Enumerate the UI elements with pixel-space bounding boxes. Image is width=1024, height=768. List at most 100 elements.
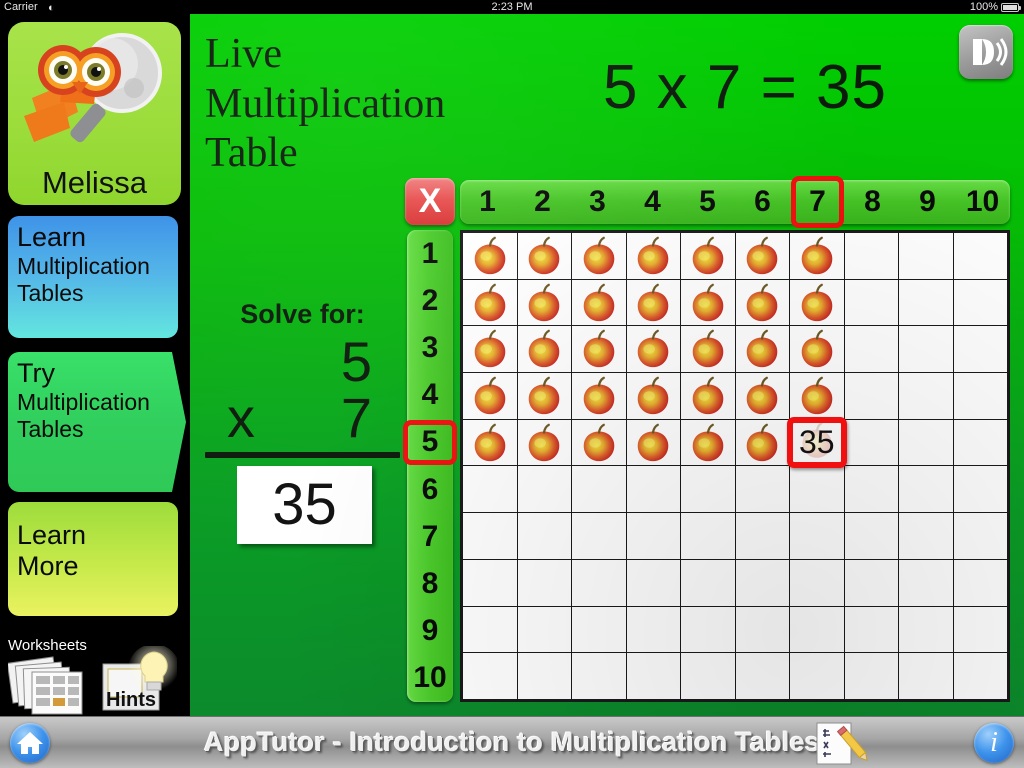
grid-cell-7-9[interactable] xyxy=(898,512,954,560)
grid-cell-2-5[interactable] xyxy=(680,278,736,327)
grid-cell-4-2[interactable] xyxy=(516,372,572,420)
grid-cell-8-7[interactable] xyxy=(789,558,845,607)
grid-cell-3-1[interactable] xyxy=(462,325,518,374)
grid-cell-5-8[interactable] xyxy=(843,418,899,467)
grid-column-header-1[interactable]: 1 xyxy=(460,180,515,224)
grid-cell-3-8[interactable] xyxy=(843,325,899,374)
grid-cell-8-5[interactable] xyxy=(680,558,736,607)
grid-cell-5-1[interactable] xyxy=(462,418,518,467)
grid-row-header-8[interactable]: 8 xyxy=(407,560,453,607)
grid-cell-3-7[interactable] xyxy=(789,325,845,374)
grid-cell-7-3[interactable] xyxy=(571,512,627,560)
grid-cell-8-9[interactable] xyxy=(898,558,954,607)
speech-speaker-icon[interactable] xyxy=(959,25,1013,79)
grid-cell-3-4[interactable] xyxy=(625,325,681,374)
lightbulb-hints-icon[interactable]: Hints xyxy=(99,644,180,716)
worksheets-stack-icon[interactable] xyxy=(6,654,90,716)
grid-cell-10-8[interactable] xyxy=(843,652,899,700)
grid-cell-3-6[interactable] xyxy=(734,325,790,374)
grid-cell-2-6[interactable] xyxy=(734,278,790,327)
grid-cell-10-6[interactable] xyxy=(734,652,790,700)
grid-cell-2-8[interactable] xyxy=(843,278,899,327)
grid-cell-2-9[interactable] xyxy=(898,278,954,327)
grid-cell-7-5[interactable] xyxy=(680,512,736,560)
grid-cell-4-5[interactable] xyxy=(680,372,736,420)
grid-cell-5-4[interactable] xyxy=(625,418,681,467)
info-icon[interactable]: i xyxy=(974,723,1014,763)
grid-cell-10-4[interactable] xyxy=(625,652,681,700)
sidebar-item-try-multiplication-tables[interactable]: Try Multiplication Tables xyxy=(8,352,186,492)
grid-cell-6-6[interactable] xyxy=(734,465,790,514)
grid-column-header-3[interactable]: 3 xyxy=(570,180,625,224)
grid-cell-5-3[interactable] xyxy=(571,418,627,467)
grid-cell-5-5[interactable] xyxy=(680,418,736,467)
grid-row-header-9[interactable]: 9 xyxy=(407,608,453,655)
grid-cell-1-4[interactable] xyxy=(625,232,681,280)
grid-cell-3-3[interactable] xyxy=(571,325,627,374)
grid-cell-6-2[interactable] xyxy=(516,465,572,514)
grid-cell-8-10[interactable] xyxy=(952,558,1008,607)
grid-cell-9-10[interactable] xyxy=(952,605,1008,654)
grid-cell-3-9[interactable] xyxy=(898,325,954,374)
grid-row-header-6[interactable]: 6 xyxy=(407,466,453,513)
grid-corner-x-button[interactable]: X xyxy=(405,178,455,225)
grid-cell-6-8[interactable] xyxy=(843,465,899,514)
grid-cell-3-2[interactable] xyxy=(516,325,572,374)
grid-cell-7-2[interactable] xyxy=(516,512,572,560)
notepad-pencil-icon[interactable] xyxy=(813,721,875,765)
grid-cell-6-10[interactable] xyxy=(952,465,1008,514)
grid-cell-8-4[interactable] xyxy=(625,558,681,607)
grid-cell-6-5[interactable] xyxy=(680,465,736,514)
grid-column-header-4[interactable]: 4 xyxy=(625,180,680,224)
grid-cell-1-8[interactable] xyxy=(843,232,899,280)
grid-cell-9-2[interactable] xyxy=(516,605,572,654)
grid-row-header-2[interactable]: 2 xyxy=(407,277,453,324)
grid-cell-10-5[interactable] xyxy=(680,652,736,700)
grid-cell-6-7[interactable] xyxy=(789,465,845,514)
grid-cell-10-9[interactable] xyxy=(898,652,954,700)
grid-cell-1-2[interactable] xyxy=(516,232,572,280)
grid-row-header-10[interactable]: 10 xyxy=(407,655,453,702)
grid-cell-1-10[interactable] xyxy=(952,232,1008,280)
grid-cell-7-6[interactable] xyxy=(734,512,790,560)
grid-cell-7-1[interactable] xyxy=(462,512,518,560)
grid-column-header-5[interactable]: 5 xyxy=(680,180,735,224)
grid-cell-3-5[interactable] xyxy=(680,325,736,374)
grid-cell-10-7[interactable] xyxy=(789,652,845,700)
grid-column-header-7[interactable]: 7 xyxy=(790,176,845,228)
grid-cell-3-10[interactable] xyxy=(952,325,1008,374)
grid-row-header-4[interactable]: 4 xyxy=(407,372,453,419)
grid-cell-5-2[interactable] xyxy=(516,418,572,467)
grid-cell-1-5[interactable] xyxy=(680,232,736,280)
grid-cell-2-7[interactable] xyxy=(789,278,845,327)
grid-cell-9-4[interactable] xyxy=(625,605,681,654)
grid-row-header-5[interactable]: 5 xyxy=(403,419,457,466)
grid-cell-4-8[interactable] xyxy=(843,372,899,420)
grid-cell-8-8[interactable] xyxy=(843,558,899,607)
grid-cell-8-2[interactable] xyxy=(516,558,572,607)
grid-cell-4-1[interactable] xyxy=(462,372,518,420)
grid-cell-4-4[interactable] xyxy=(625,372,681,420)
grid-cell-5-10[interactable] xyxy=(952,418,1008,467)
grid-cell-9-5[interactable] xyxy=(680,605,736,654)
grid-cell-2-2[interactable] xyxy=(516,278,572,327)
grid-cell-9-1[interactable] xyxy=(462,605,518,654)
grid-cell-1-7[interactable] xyxy=(789,232,845,280)
grid-cell-4-9[interactable] xyxy=(898,372,954,420)
grid-cell-7-4[interactable] xyxy=(625,512,681,560)
grid-cell-4-7[interactable] xyxy=(789,372,845,420)
sidebar-item-learn-more[interactable]: Learn More xyxy=(8,502,178,616)
grid-cell-8-6[interactable] xyxy=(734,558,790,607)
grid-cell-10-1[interactable] xyxy=(462,652,518,700)
grid-cell-6-9[interactable] xyxy=(898,465,954,514)
grid-cell-9-9[interactable] xyxy=(898,605,954,654)
grid-cell-2-10[interactable] xyxy=(952,278,1008,327)
grid-cell-10-2[interactable] xyxy=(516,652,572,700)
grid-cell-4-6[interactable] xyxy=(734,372,790,420)
grid-cell-8-1[interactable] xyxy=(462,558,518,607)
grid-cell-1-1[interactable] xyxy=(462,232,518,280)
grid-cell-5-9[interactable] xyxy=(898,418,954,467)
grid-cell-8-3[interactable] xyxy=(571,558,627,607)
grid-cell-7-10[interactable] xyxy=(952,512,1008,560)
grid-cell-7-8[interactable] xyxy=(843,512,899,560)
